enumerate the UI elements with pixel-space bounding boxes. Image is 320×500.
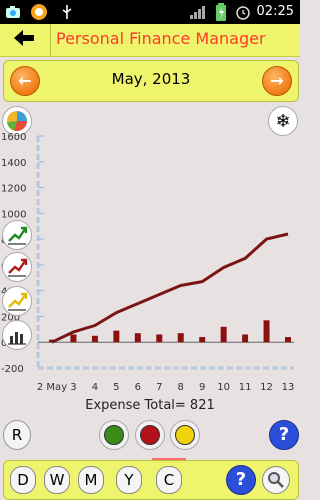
battery-icon <box>212 3 230 21</box>
trend-up-green-icon <box>8 226 28 245</box>
expense-chart: 16001400120010008006004002000-2002 May34… <box>1 132 295 393</box>
trend-up-yellow-icon <box>8 292 28 311</box>
bar-chart-icon <box>8 332 26 345</box>
arrow-left-icon <box>14 30 34 46</box>
search-button[interactable] <box>262 466 290 494</box>
x-tick-label: 3 <box>70 382 76 393</box>
green-dot-icon <box>104 425 124 445</box>
x-tick-label: 2 May <box>37 382 67 393</box>
y-tick-label: 1000 <box>1 209 26 220</box>
x-tick-label: 9 <box>199 382 205 393</box>
app-icon <box>30 3 48 21</box>
x-tick-label: 7 <box>156 382 162 393</box>
y-tick-label: 1200 <box>1 184 26 195</box>
next-month-button[interactable]: → <box>262 66 292 96</box>
expense-bar <box>242 334 249 343</box>
red-dot-icon <box>140 425 160 445</box>
status-bar: 02:25 <box>0 0 300 24</box>
period-week-button[interactable]: W <box>44 466 70 494</box>
month-label: May, 2013 <box>111 70 191 88</box>
expense-bar <box>156 334 163 343</box>
green-filter-button[interactable] <box>99 420 129 450</box>
x-tick-label: 5 <box>113 382 119 393</box>
title-divider <box>50 24 51 56</box>
usb-icon <box>58 3 76 21</box>
x-tick-label: 4 <box>92 382 98 393</box>
month-selector: ← May, 2013 → <box>3 60 299 102</box>
alarm-icon <box>234 3 252 21</box>
yellow-dot-icon <box>175 425 195 445</box>
x-tick-label: 6 <box>135 382 141 393</box>
expense-bar <box>113 330 120 343</box>
expense-bar <box>91 335 98 343</box>
clock: 02:25 <box>256 4 294 19</box>
bottom-help-button[interactable]: ? <box>226 465 256 495</box>
y-tick-label: 1400 <box>1 158 26 169</box>
period-year-button[interactable]: Y <box>116 466 142 494</box>
x-tick-label: 12 <box>260 382 273 393</box>
help-button[interactable]: ? <box>269 420 299 450</box>
expense-bar <box>199 337 206 343</box>
expense-bar <box>263 320 270 343</box>
period-month-button[interactable]: M <box>78 466 104 494</box>
camera-icon <box>4 3 22 21</box>
yellow-filter-button[interactable] <box>170 420 200 450</box>
r-button[interactable]: R <box>3 420 31 450</box>
app-title: Personal Finance Manager <box>56 29 266 48</box>
period-bar: D W M Y C ? <box>3 460 299 500</box>
x-tick-label: 8 <box>178 382 184 393</box>
x-tick-label: 10 <box>217 382 230 393</box>
trend-red-button[interactable] <box>2 252 32 282</box>
signal-icon <box>188 3 206 21</box>
expense-bar <box>285 337 291 343</box>
bar-chart-button[interactable] <box>2 320 32 350</box>
x-tick-label: 11 <box>239 382 252 393</box>
expense-bar <box>220 326 227 343</box>
title-bar: Personal Finance Manager <box>0 24 300 57</box>
period-custom-button[interactable]: C <box>156 466 182 494</box>
y-tick-label: -200 <box>1 364 24 375</box>
expense-bar <box>177 333 184 343</box>
trend-yellow-button[interactable] <box>2 286 32 316</box>
trend-up-red-icon <box>8 258 28 277</box>
expense-bar <box>134 333 141 343</box>
expense-bar <box>70 334 77 343</box>
cumulative-line <box>51 232 289 344</box>
trend-green-button[interactable] <box>2 220 32 250</box>
expense-total: Expense Total= 821 <box>85 398 215 413</box>
y-tick-label: 1600 <box>1 132 26 143</box>
red-filter-button[interactable] <box>135 420 165 450</box>
back-button[interactable] <box>10 28 38 52</box>
search-icon <box>268 472 284 488</box>
period-day-button[interactable]: D <box>10 466 36 494</box>
x-tick-label: 13 <box>282 382 295 393</box>
